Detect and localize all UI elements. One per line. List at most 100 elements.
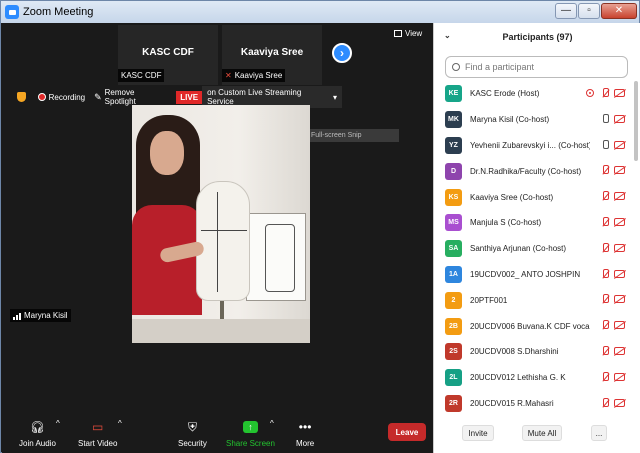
avatar: 2L <box>445 369 462 387</box>
video-options-caret[interactable]: ^ <box>118 419 122 428</box>
start-video-button[interactable]: ▭ Start Video <box>78 419 117 448</box>
minimize-button[interactable]: — <box>555 3 577 19</box>
video-off-icon[interactable] <box>614 89 625 97</box>
video-off-icon[interactable] <box>614 269 625 278</box>
view-button[interactable]: View <box>394 29 422 38</box>
participant-row[interactable]: SA Santhiya Arjunan (Co-host) <box>434 236 632 262</box>
participant-row[interactable]: 2S 20UCDV008 S.Dharshini <box>434 339 632 365</box>
shield-icon: ⛨ <box>187 419 197 434</box>
remove-spotlight-button[interactable]: Remove Spotlight <box>105 88 167 106</box>
muted-mic-icon: ✕ <box>225 71 232 80</box>
participant-row[interactable]: 1A 19UCDV002_ ANTO JOSHPIN <box>434 262 632 288</box>
participants-panel: ⌄ Participants (97) KE KASC Erode (Host) M… <box>433 23 640 453</box>
participant-name: Dr.N.Radhika/Faculty (Co-host) <box>470 166 582 176</box>
join-audio-button[interactable]: 🎧︎ Join Audio <box>19 419 56 448</box>
muted-mic-icon[interactable] <box>602 320 609 331</box>
shield-icon[interactable] <box>17 92 26 102</box>
participant-row[interactable]: MS Manjula S (Co-host) <box>434 210 632 236</box>
participant-row[interactable]: YZ Yevhenii Zubarevskyi i... (Co-host) <box>434 133 632 159</box>
dress-form <box>196 181 250 301</box>
leave-button[interactable]: Leave <box>388 423 426 441</box>
share-options-caret[interactable]: ^ <box>270 419 274 428</box>
avatar: SA <box>445 240 462 258</box>
participant-name: Santhiya Arjunan (Co-host) <box>470 244 567 254</box>
participant-name: Maryna Kisil (Co-host) <box>470 115 550 125</box>
chevron-down-icon[interactable]: ⌄ <box>444 31 451 40</box>
spotlight-video[interactable] <box>132 105 310 343</box>
next-page-button[interactable]: › <box>332 43 352 63</box>
video-off-icon[interactable] <box>614 295 625 304</box>
participant-scrollbar[interactable] <box>633 81 639 417</box>
participant-row[interactable]: MK Maryna Kisil (Co-host) <box>434 107 632 133</box>
caret-down-icon: ▾ <box>333 92 338 102</box>
participant-row[interactable]: KS Kaaviya Sree (Co-host) <box>434 184 632 210</box>
avatar: 2S <box>445 343 462 361</box>
participants-title: Participants (97) <box>502 32 573 42</box>
muted-mic-icon[interactable] <box>602 242 609 254</box>
pattern-board <box>246 213 306 301</box>
video-off-icon[interactable] <box>614 140 625 149</box>
video-off-icon[interactable] <box>614 217 625 226</box>
invite-button[interactable]: Invite <box>462 425 494 441</box>
mic-icon[interactable] <box>602 113 609 125</box>
headphones-icon: 🎧︎ <box>29 420 46 434</box>
avatar: MS <box>445 214 462 232</box>
participant-name: 20UCDV012 Lethisha G. K <box>470 373 566 383</box>
participant-row[interactable]: KE KASC Erode (Host) <box>434 81 632 107</box>
more-options-button[interactable]: ... <box>591 425 607 441</box>
video-off-icon[interactable] <box>614 398 625 407</box>
muted-mic-icon[interactable] <box>602 294 609 305</box>
video-off-icon[interactable] <box>614 372 625 381</box>
video-off-icon[interactable] <box>614 166 625 175</box>
participant-search[interactable] <box>445 56 628 78</box>
live-badge: LIVE <box>176 90 203 104</box>
video-off-icon[interactable] <box>614 321 625 330</box>
muted-mic-icon[interactable] <box>602 345 609 357</box>
participants-header: ⌄ Participants (97) <box>434 23 640 51</box>
participant-name: 19UCDV002_ ANTO JOSHPIN <box>470 269 581 279</box>
participant-name: Yevhenii Zubarevskyi i... (Co-host) <box>470 140 590 150</box>
avatar: KE <box>445 85 462 103</box>
share-screen-button[interactable]: ↑ Share Screen <box>226 419 275 448</box>
video-off-icon[interactable] <box>614 243 625 252</box>
video-off-icon[interactable] <box>614 192 625 201</box>
participant-row[interactable]: D Dr.N.Radhika/Faculty (Co-host) <box>434 158 632 184</box>
speaker-name-tag: Maryna Kisil <box>10 309 71 322</box>
participant-row[interactable]: 2 20PTF001 <box>434 287 632 313</box>
muted-mic-icon[interactable] <box>602 268 609 280</box>
avatar: 2R <box>445 394 462 412</box>
security-button[interactable]: ⛨ Security <box>178 419 207 449</box>
thumbnail-label: KASC CDF <box>118 69 165 82</box>
close-button[interactable]: ✕ <box>601 3 637 19</box>
muted-mic-icon[interactable] <box>602 88 609 99</box>
search-input[interactable] <box>465 62 615 72</box>
pin-icon: ✎ <box>94 91 102 102</box>
audio-options-caret[interactable]: ^ <box>56 419 60 428</box>
avatar: 2B <box>445 317 462 335</box>
avatar: 1A <box>445 265 462 283</box>
muted-mic-icon[interactable] <box>602 216 609 228</box>
muted-mic-icon[interactable] <box>602 371 609 383</box>
participant-name: 20PTF001 <box>470 295 508 305</box>
muted-mic-icon[interactable] <box>602 397 609 409</box>
participant-row[interactable]: 2B 20UCDV006 Buvana.K CDF voca... <box>434 313 632 339</box>
participant-row[interactable]: 2L 20UCDV012 Lethisha G. K <box>434 365 632 391</box>
muted-mic-icon[interactable] <box>602 191 609 202</box>
window-controls: — ▫ ✕ <box>555 3 637 19</box>
muted-mic-icon[interactable] <box>602 165 609 176</box>
mic-icon[interactable] <box>602 139 609 151</box>
video-off-icon[interactable] <box>614 346 625 355</box>
participant-name: KASC Erode (Host) <box>470 89 540 99</box>
avatar: 2 <box>445 291 462 309</box>
participant-list: KE KASC Erode (Host) MK Maryna Kisil (Co-ho… <box>434 81 632 416</box>
recording-label[interactable]: Recording <box>49 93 85 102</box>
status-bar: Recording ✎ Remove Spotlight LIVE on Cus… <box>2 86 343 108</box>
mute-all-button[interactable]: Mute All <box>522 425 562 441</box>
grid-icon <box>394 30 402 37</box>
meeting-toolbar: 🎧︎ Join Audio ^ ▭ Start Video ^ ⛨ Securi… <box>2 415 433 453</box>
video-off-icon[interactable] <box>614 114 625 123</box>
maximize-button[interactable]: ▫ <box>578 3 600 19</box>
participant-row[interactable]: 2R 20UCDV015 R.Mahasri <box>434 391 632 417</box>
share-screen-icon: ↑ <box>242 421 258 433</box>
more-button[interactable]: ••• More <box>296 419 314 448</box>
